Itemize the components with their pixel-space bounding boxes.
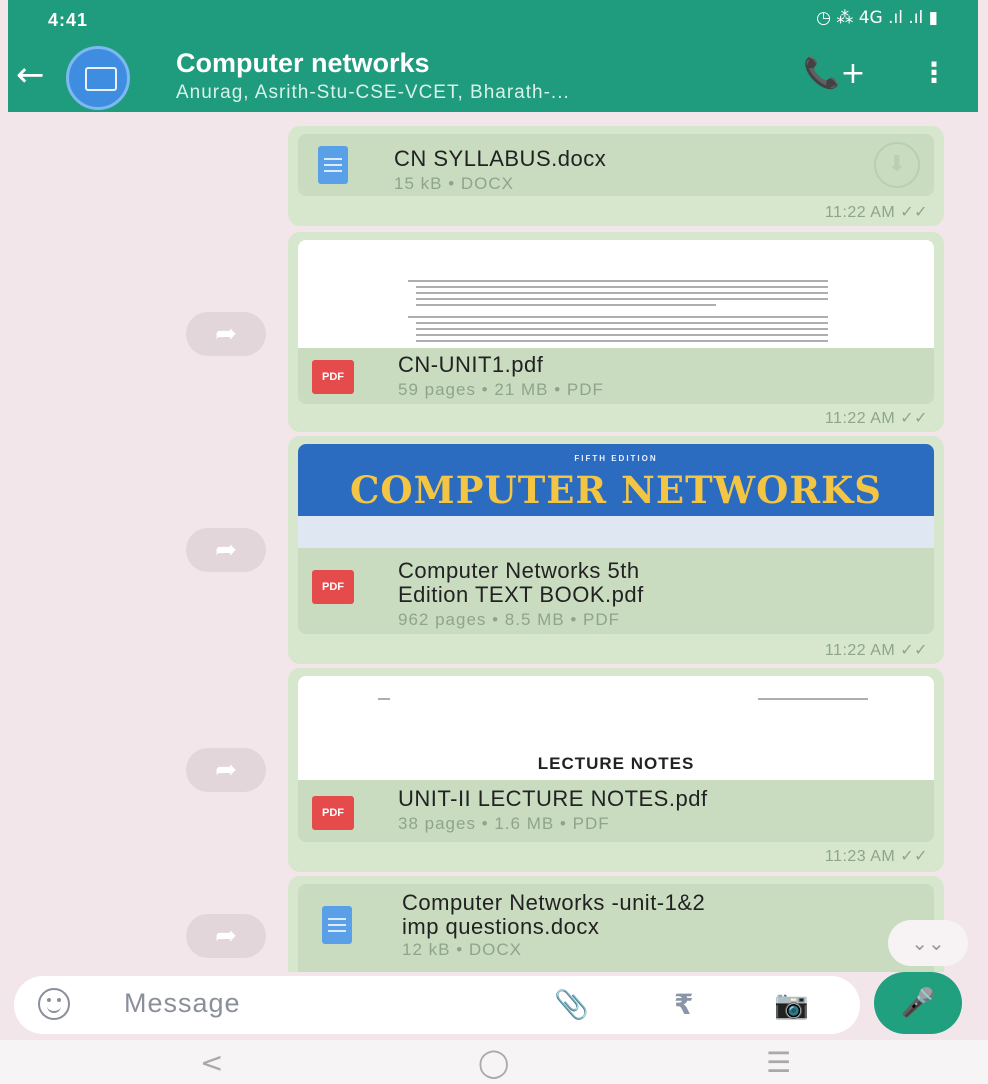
pdf-preview[interactable] [298, 240, 934, 348]
message-input[interactable]: Message [124, 988, 241, 1019]
file-meta: 962 pages • 8.5 MB • PDF [398, 610, 621, 629]
message-bubble[interactable]: Computer Networks -unit-1&2 imp question… [288, 876, 944, 972]
camera-icon[interactable]: 📷 [774, 988, 809, 1021]
pdf-file-icon: PDF [312, 360, 354, 394]
download-icon[interactable]: ⬇ [874, 142, 920, 188]
scroll-to-bottom-icon[interactable]: ⌄⌄ [888, 920, 968, 966]
attach-icon[interactable]: 📎 [554, 988, 589, 1021]
mic-icon[interactable]: 🎤 [874, 972, 962, 1034]
preview-heading: LECTURE NOTES [537, 754, 695, 773]
pdf-file-icon: PDF [312, 570, 354, 604]
forward-icon[interactable]: ➦ [186, 528, 266, 572]
file-meta: 38 pages • 1.6 MB • PDF [398, 814, 610, 833]
forward-icon[interactable]: ➦ [186, 312, 266, 356]
nav-home-icon[interactable]: ◯ [478, 1046, 509, 1079]
file-name: CN-UNIT1.pdf [398, 352, 544, 377]
file-name: CN SYLLABUS.docx [394, 146, 607, 171]
document-row[interactable]: PDF CN-UNIT1.pdf 59 pages • 21 MB • PDF [298, 348, 934, 404]
cover-edition: FIFTH EDITION [574, 454, 658, 463]
file-meta: 15 kB • DOCX [394, 174, 514, 193]
chat-participants[interactable]: Anurag, Asrith-Stu-CSE-VCET, Bharath-... [176, 82, 570, 104]
document-row[interactable]: CN SYLLABUS.docx 15 kB • DOCX ⬇ [298, 134, 934, 196]
more-options-icon[interactable]: ⋮ [920, 56, 948, 89]
system-nav-bar: < ◯ ☰ [0, 1040, 988, 1084]
message-input-bar[interactable]: Message 📎 ₹ 📷 [14, 976, 860, 1034]
pdf-preview[interactable]: LECTURE NOTES [298, 676, 934, 780]
nav-recents-icon[interactable]: ☰ [766, 1046, 791, 1079]
nav-back-icon[interactable]: < [200, 1046, 223, 1079]
forward-icon[interactable]: ➦ [186, 914, 266, 958]
document-row[interactable]: Computer Networks -unit-1&2 imp question… [298, 884, 934, 972]
message-bubble[interactable]: LECTURE NOTES PDF UNIT-II LECTURE NOTES.… [288, 668, 944, 872]
docx-file-icon [322, 906, 352, 944]
forward-icon[interactable]: ➦ [186, 748, 266, 792]
message-time: 11:23 AM ✓✓ [824, 848, 928, 865]
pdf-file-icon: PDF [312, 796, 354, 830]
message-time: 11:22 AM ✓✓ [824, 642, 928, 659]
message-bubble[interactable]: PDF CN-UNIT1.pdf 59 pages • 21 MB • PDF … [288, 232, 944, 432]
add-call-icon[interactable]: 📞+ [803, 56, 866, 91]
status-time: 4:41 [48, 10, 89, 30]
file-name-line-2: imp questions.docx [402, 914, 600, 939]
file-name: UNIT-II LECTURE NOTES.pdf [398, 786, 708, 811]
document-row[interactable]: PDF UNIT-II LECTURE NOTES.pdf 38 pages •… [298, 780, 934, 842]
status-icons: ◷ ⁂ 4G .ıl .ıl ▮ [816, 8, 938, 28]
message-bubble[interactable]: FIFTH EDITION COMPUTER NETWORKS PDF Comp… [288, 436, 944, 664]
app-bar: 4:41 ◷ ⁂ 4G .ıl .ıl ▮ ← Computer network… [8, 0, 978, 112]
book-cover-preview[interactable]: FIFTH EDITION COMPUTER NETWORKS [298, 444, 934, 548]
file-meta: 59 pages • 21 MB • PDF [398, 380, 604, 399]
file-name-line-2: Edition TEXT BOOK.pdf [398, 582, 644, 607]
file-name-line-1: Computer Networks 5th [398, 558, 640, 583]
docx-file-icon [318, 146, 348, 184]
back-arrow-icon[interactable]: ← [16, 58, 45, 92]
emoji-icon[interactable] [38, 988, 70, 1020]
document-row[interactable]: PDF Computer Networks 5th Edition TEXT B… [298, 548, 934, 634]
payment-icon[interactable]: ₹ [674, 988, 693, 1021]
message-bubble[interactable]: CN SYLLABUS.docx 15 kB • DOCX ⬇ 11:22 AM… [288, 126, 944, 226]
group-avatar[interactable] [66, 46, 130, 110]
file-name-line-1: Computer Networks -unit-1&2 [402, 890, 706, 915]
file-meta: 12 kB • DOCX [402, 940, 522, 959]
status-bar: 4:41 ◷ ⁂ 4G .ıl .ıl ▮ [8, 0, 978, 38]
cover-title: COMPUTER NETWORKS [349, 468, 883, 512]
message-time: 11:22 AM ✓✓ [824, 204, 928, 221]
chat-title[interactable]: Computer networks [176, 48, 430, 79]
message-time: 11:22 AM ✓✓ [824, 410, 928, 427]
